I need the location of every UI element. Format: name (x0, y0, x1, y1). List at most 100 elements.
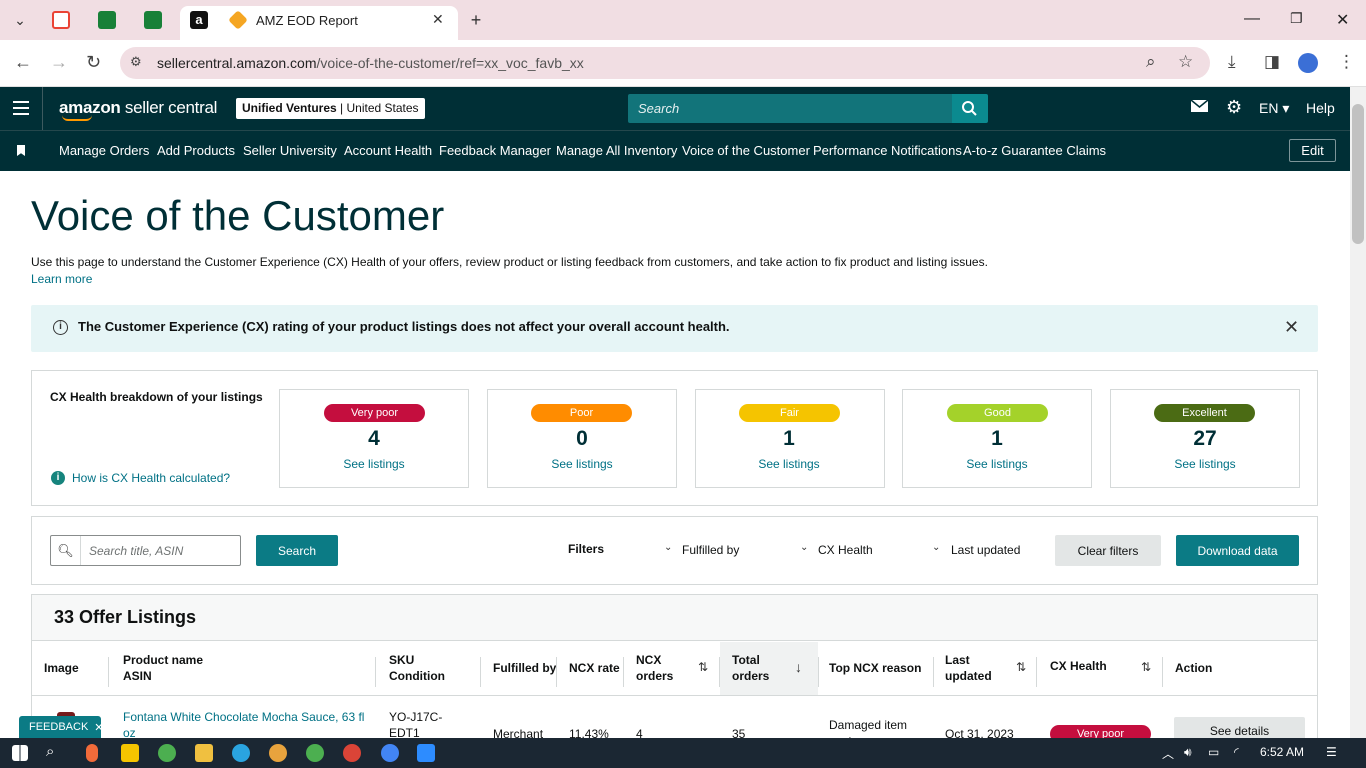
notifications-icon[interactable]: ☰ (1326, 745, 1337, 759)
col-cx-health[interactable]: CX Health (1050, 658, 1107, 674)
forward-icon[interactable]: → (50, 52, 68, 73)
cx-count-very-poor: 4 (368, 427, 380, 450)
sort-icon[interactable]: ⇅ (698, 660, 708, 674)
amazon-tab-icon[interactable]: a (190, 11, 208, 29)
sort-icon[interactable]: ⇅ (1141, 660, 1151, 674)
chevron-down-icon[interactable]: ⌄ (664, 542, 672, 553)
feedback-tab[interactable]: FEEDBACK ✕ (19, 716, 104, 738)
volume-icon[interactable]: 🔊︎ (1184, 745, 1192, 760)
col-total-orders[interactable]: Total orders (732, 652, 769, 684)
see-listings-very-poor[interactable]: See listings (279, 457, 469, 471)
nav-feedback-manager[interactable]: Feedback Manager (439, 143, 551, 158)
telegram-icon[interactable] (232, 744, 250, 762)
nav-atoz-claims[interactable]: A-to-z Guarantee Claims (963, 143, 1106, 158)
sheets-tab-icon[interactable] (98, 11, 116, 29)
alert-close-icon[interactable]: ✕ (1284, 317, 1299, 338)
sort-descending-icon[interactable]: ↓ (795, 659, 802, 675)
window-close-icon[interactable]: ✕ (1336, 10, 1349, 30)
tab-title[interactable]: AMZ EOD Report (256, 13, 358, 28)
cx-pill-good: Good (947, 404, 1048, 422)
file-explorer-icon[interactable] (195, 744, 213, 762)
cx-count-good: 1 (991, 427, 1003, 450)
filter-last-updated[interactable]: Last updated (951, 543, 1020, 557)
header-search-button[interactable] (952, 94, 988, 123)
sheets-tab-icon-2[interactable] (144, 11, 162, 29)
bookmark-star-icon[interactable]: ☆ (1178, 52, 1193, 72)
product-name-link[interactable]: Fontana White Chocolate Mocha Sauce, 63 … (123, 709, 364, 741)
learn-more-link[interactable]: Learn more (31, 272, 92, 286)
sticky-notes-icon[interactable] (121, 744, 139, 762)
see-listings-good[interactable]: See listings (902, 457, 1092, 471)
gmail-tab-icon[interactable] (52, 11, 70, 29)
see-listings-excellent[interactable]: See listings (1110, 457, 1300, 471)
back-icon[interactable]: ← (14, 52, 32, 73)
download-data-button[interactable]: Download data (1176, 535, 1299, 566)
profile-avatar[interactable] (1298, 53, 1318, 73)
cx-health-help-link[interactable]: How is CX Health calculated? (72, 471, 230, 485)
nav-voice-of-customer[interactable]: Voice of the Customer (682, 143, 810, 158)
side-panel-icon[interactable]: ◨ (1264, 52, 1280, 72)
chrome-profile-icon[interactable] (269, 744, 287, 762)
see-listings-poor[interactable]: See listings (487, 457, 677, 471)
nav-add-products[interactable]: Add Products (157, 143, 235, 158)
battery-icon[interactable]: ▭ (1208, 745, 1219, 759)
cx-pill-very-poor: Very poor (324, 404, 425, 422)
filter-fulfilled-by[interactable]: Fulfilled by (682, 543, 739, 557)
chevron-down-icon[interactable]: ⌄ (800, 542, 808, 553)
col-ncx-orders[interactable]: NCX orders (636, 652, 673, 684)
taskbar-search-icon[interactable]: ⌕ (46, 743, 54, 760)
mic-app-icon[interactable] (86, 744, 98, 762)
tab-close-icon[interactable]: ✕ (432, 11, 444, 28)
listing-search-input[interactable]: 🔍︎ Search title, ASIN (50, 535, 241, 566)
chrome-profile-icon-3[interactable] (343, 744, 361, 762)
hamburger-menu-icon[interactable] (13, 101, 29, 115)
nav-seller-university[interactable]: Seller University (243, 143, 337, 158)
info-circle-icon: i (53, 320, 68, 335)
feedback-close-icon[interactable]: ✕ (94, 721, 103, 734)
browser-menu-icon[interactable]: ⋮ (1338, 52, 1355, 72)
header-search-input[interactable]: Search (628, 94, 952, 123)
settings-gear-icon[interactable]: ⚙ (1226, 97, 1242, 118)
mail-icon[interactable] (1190, 99, 1209, 116)
windows-start-icon[interactable] (12, 745, 28, 761)
listing-search-button[interactable]: Search (256, 535, 338, 566)
header-divider (42, 87, 43, 130)
filter-cx-health[interactable]: CX Health (818, 543, 873, 557)
cx-pill-excellent: Excellent (1154, 404, 1255, 422)
chrome-icon[interactable] (158, 744, 176, 762)
url-text[interactable]: sellercentral.amazon.com/voice-of-the-cu… (157, 55, 584, 71)
tray-chevron-icon[interactable]: ︿ (1162, 745, 1174, 762)
chrome-profile-icon-2[interactable] (306, 744, 324, 762)
nav-manage-inventory[interactable]: Manage All Inventory (556, 143, 677, 158)
minimize-icon[interactable]: — (1244, 10, 1260, 28)
language-selector[interactable]: EN ▾ (1259, 100, 1289, 117)
new-tab-icon[interactable]: + (464, 8, 488, 32)
chrome-active-icon[interactable] (381, 744, 399, 762)
nav-account-health[interactable]: Account Health (344, 143, 432, 158)
see-listings-fair[interactable]: See listings (694, 457, 884, 471)
reload-icon[interactable]: ↻ (86, 52, 101, 73)
amazon-smile-icon (62, 115, 92, 121)
nav-performance-notifications[interactable]: Performance Notifications (813, 143, 962, 158)
download-icon[interactable]: ⤓ (1228, 52, 1236, 72)
col-last-updated[interactable]: Last updated (945, 652, 992, 684)
help-link[interactable]: Help (1306, 100, 1335, 116)
sort-icon[interactable]: ⇅ (1016, 660, 1026, 674)
col-top-ncx-reason: Top NCX reason (829, 661, 922, 675)
cx-count-fair: 1 (783, 427, 795, 450)
page-scrollbar-thumb[interactable] (1352, 104, 1364, 244)
clock[interactable]: 6:52 AM (1260, 745, 1304, 759)
tab-search-chevron-icon[interactable]: ⌄ (8, 8, 32, 32)
restore-icon[interactable]: ❐ (1290, 10, 1303, 27)
wifi-icon[interactable]: ◜ (1234, 745, 1239, 759)
listings-header (32, 595, 1317, 641)
clear-filters-button[interactable]: Clear filters (1055, 535, 1161, 566)
nav-manage-orders[interactable]: Manage Orders (59, 143, 149, 158)
search-icon: 🔍︎ (51, 536, 81, 565)
nav-edit-button[interactable]: Edit (1289, 139, 1336, 162)
chevron-down-icon[interactable]: ⌄ (932, 542, 940, 553)
zoom-app-icon[interactable] (417, 744, 435, 762)
account-switcher[interactable]: Unified Ventures | United States (236, 98, 425, 119)
zoom-icon[interactable]: ⌕ (1146, 52, 1156, 72)
site-info-icon[interactable]: ⚙ (130, 54, 142, 70)
